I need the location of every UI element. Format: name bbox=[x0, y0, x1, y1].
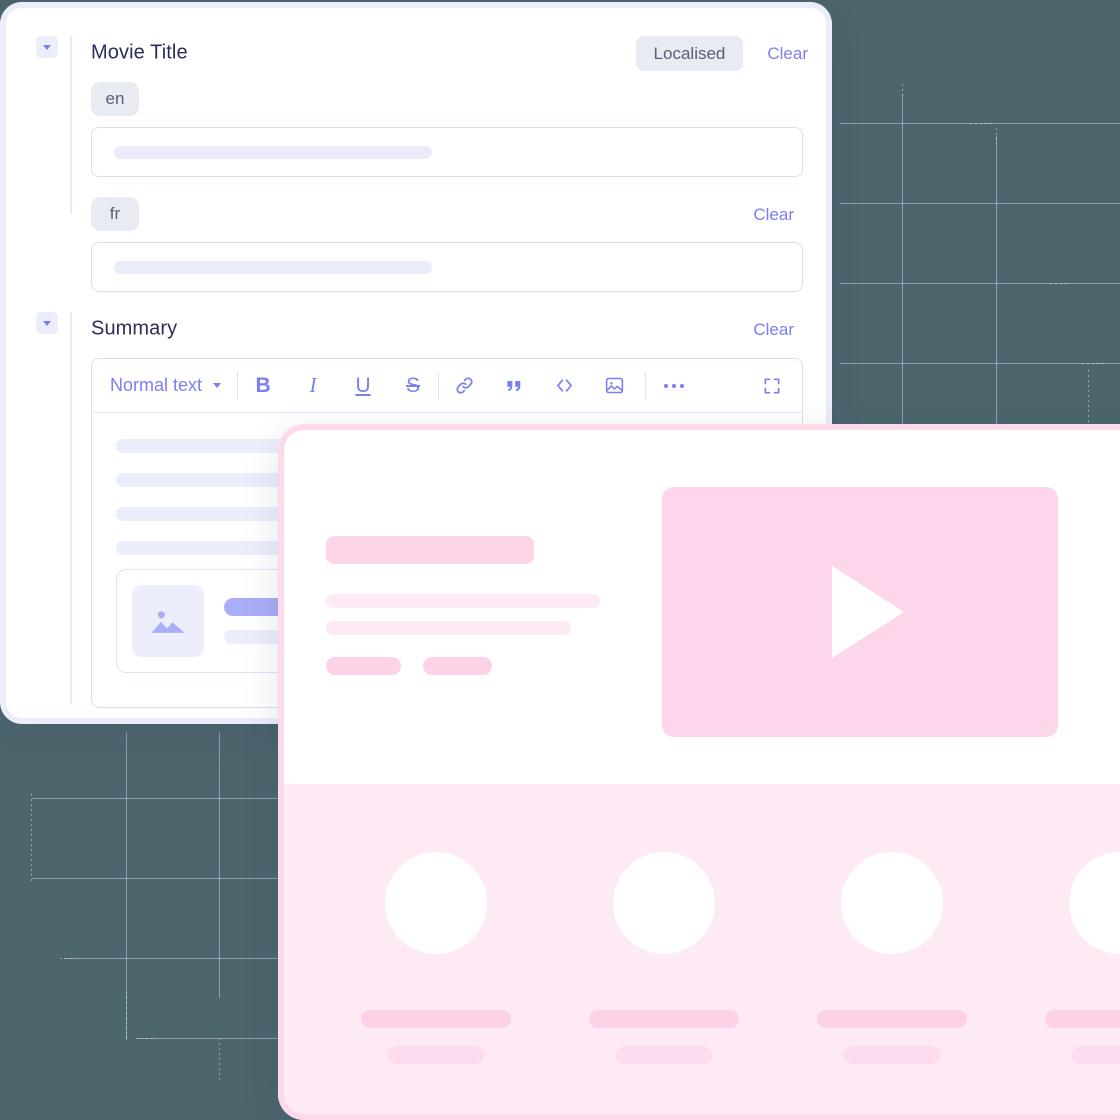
field-header-movie-title: Movie Title Localised Clear bbox=[91, 35, 808, 71]
title-input-en[interactable] bbox=[91, 127, 803, 177]
collapse-toggle-summary[interactable] bbox=[36, 312, 58, 334]
grid-line-horizontal bbox=[840, 123, 1120, 124]
preview-copy-block bbox=[326, 536, 626, 675]
avatar bbox=[1069, 852, 1120, 954]
person-card[interactable] bbox=[1006, 784, 1120, 1120]
field-group-movie-title: Movie Title Localised Clear en fr Clear bbox=[36, 35, 808, 292]
code-icon[interactable] bbox=[539, 359, 589, 412]
person-card[interactable] bbox=[550, 784, 778, 1120]
input-placeholder-bar bbox=[114, 145, 432, 159]
person-card[interactable] bbox=[778, 784, 1006, 1120]
more-options-icon[interactable] bbox=[646, 359, 702, 412]
grid-line-horizontal bbox=[64, 958, 312, 959]
underline-icon[interactable]: U bbox=[338, 359, 388, 412]
grid-dotted-vertical bbox=[219, 1038, 220, 1080]
grid-line-horizontal bbox=[840, 203, 1120, 204]
video-player-placeholder[interactable] bbox=[662, 487, 1058, 737]
text-style-select[interactable]: Normal text bbox=[96, 359, 237, 412]
page-title: Movie Title bbox=[91, 41, 188, 64]
link-icon[interactable] bbox=[439, 359, 489, 412]
bold-icon[interactable]: B bbox=[238, 359, 288, 412]
preview-card bbox=[278, 424, 1120, 1120]
preview-title-bar bbox=[326, 536, 534, 564]
grid-dotted-vertical bbox=[31, 794, 32, 882]
chevron-down-icon bbox=[43, 44, 51, 50]
grid-line-vertical bbox=[219, 732, 220, 998]
grid-dotted-horizontal bbox=[1050, 283, 1070, 284]
person-card[interactable] bbox=[322, 784, 550, 1120]
field-header-summary: Summary Clear bbox=[91, 312, 808, 346]
grid-dotted-vertical bbox=[902, 84, 903, 98]
fullscreen-icon[interactable] bbox=[746, 359, 798, 412]
grid-dotted-horizontal bbox=[970, 123, 992, 124]
group-rail bbox=[70, 312, 72, 704]
avatar bbox=[613, 852, 715, 954]
person-role-bar bbox=[616, 1046, 712, 1064]
preview-tag-row bbox=[326, 657, 626, 675]
grid-dotted-vertical bbox=[126, 992, 127, 1040]
grid-line-horizontal bbox=[840, 283, 1120, 284]
preview-hero bbox=[278, 424, 1120, 784]
image-icon[interactable] bbox=[589, 359, 639, 412]
strikethrough-icon[interactable]: S bbox=[388, 359, 438, 412]
italic-label: I bbox=[309, 373, 317, 397]
underline-label: U bbox=[355, 374, 371, 397]
grid-line-vertical bbox=[126, 732, 127, 1040]
grid-dotted-horizontal bbox=[1082, 363, 1104, 364]
person-name-bar bbox=[361, 1010, 511, 1028]
avatar bbox=[385, 852, 487, 954]
person-name-bar bbox=[1045, 1010, 1120, 1028]
grid-line-horizontal bbox=[32, 798, 312, 799]
grid-line-horizontal bbox=[32, 878, 312, 879]
strikethrough-label: S bbox=[406, 374, 421, 397]
title-input-fr[interactable] bbox=[91, 242, 803, 292]
preview-text-bar bbox=[326, 594, 600, 608]
avatar bbox=[841, 852, 943, 954]
person-name-bar bbox=[589, 1010, 739, 1028]
input-placeholder-bar bbox=[114, 260, 432, 274]
preview-text-bar bbox=[326, 621, 571, 635]
preview-tag bbox=[326, 657, 401, 675]
person-role-bar bbox=[388, 1046, 484, 1064]
blockquote-icon[interactable] bbox=[489, 359, 539, 412]
editor-toolbar: Normal text B I U S bbox=[92, 359, 802, 413]
localised-button[interactable]: Localised bbox=[635, 35, 744, 71]
field-group-body: Movie Title Localised Clear en fr Clear bbox=[91, 35, 808, 292]
locale-chip-en: en bbox=[91, 82, 139, 116]
collapse-toggle-movie-title[interactable] bbox=[36, 36, 58, 58]
group-rail bbox=[70, 36, 72, 214]
image-placeholder-icon bbox=[132, 585, 204, 657]
preview-people-row bbox=[278, 784, 1120, 1120]
grid-line-horizontal bbox=[840, 363, 1120, 364]
chevron-down-icon bbox=[213, 383, 222, 388]
italic-icon[interactable]: I bbox=[288, 359, 338, 412]
locale-chip-fr: fr bbox=[91, 197, 139, 231]
grid-dotted-horizontal bbox=[60, 958, 76, 959]
clear-link-summary[interactable]: Clear bbox=[753, 321, 794, 338]
page-title: Summary bbox=[91, 317, 178, 340]
clear-link-fr[interactable]: Clear bbox=[753, 206, 794, 223]
person-name-bar bbox=[817, 1010, 967, 1028]
person-role-bar bbox=[844, 1046, 940, 1064]
person-role-bar bbox=[1072, 1046, 1120, 1064]
chevron-down-icon bbox=[43, 320, 51, 326]
preview-tag bbox=[423, 657, 492, 675]
clear-link-movie-title[interactable]: Clear bbox=[767, 45, 808, 62]
play-icon bbox=[832, 566, 904, 658]
grid-dotted-horizontal bbox=[136, 1038, 154, 1039]
grid-dotted-vertical bbox=[996, 128, 997, 144]
text-style-value: Normal text bbox=[110, 375, 203, 395]
bold-label: B bbox=[255, 374, 271, 397]
